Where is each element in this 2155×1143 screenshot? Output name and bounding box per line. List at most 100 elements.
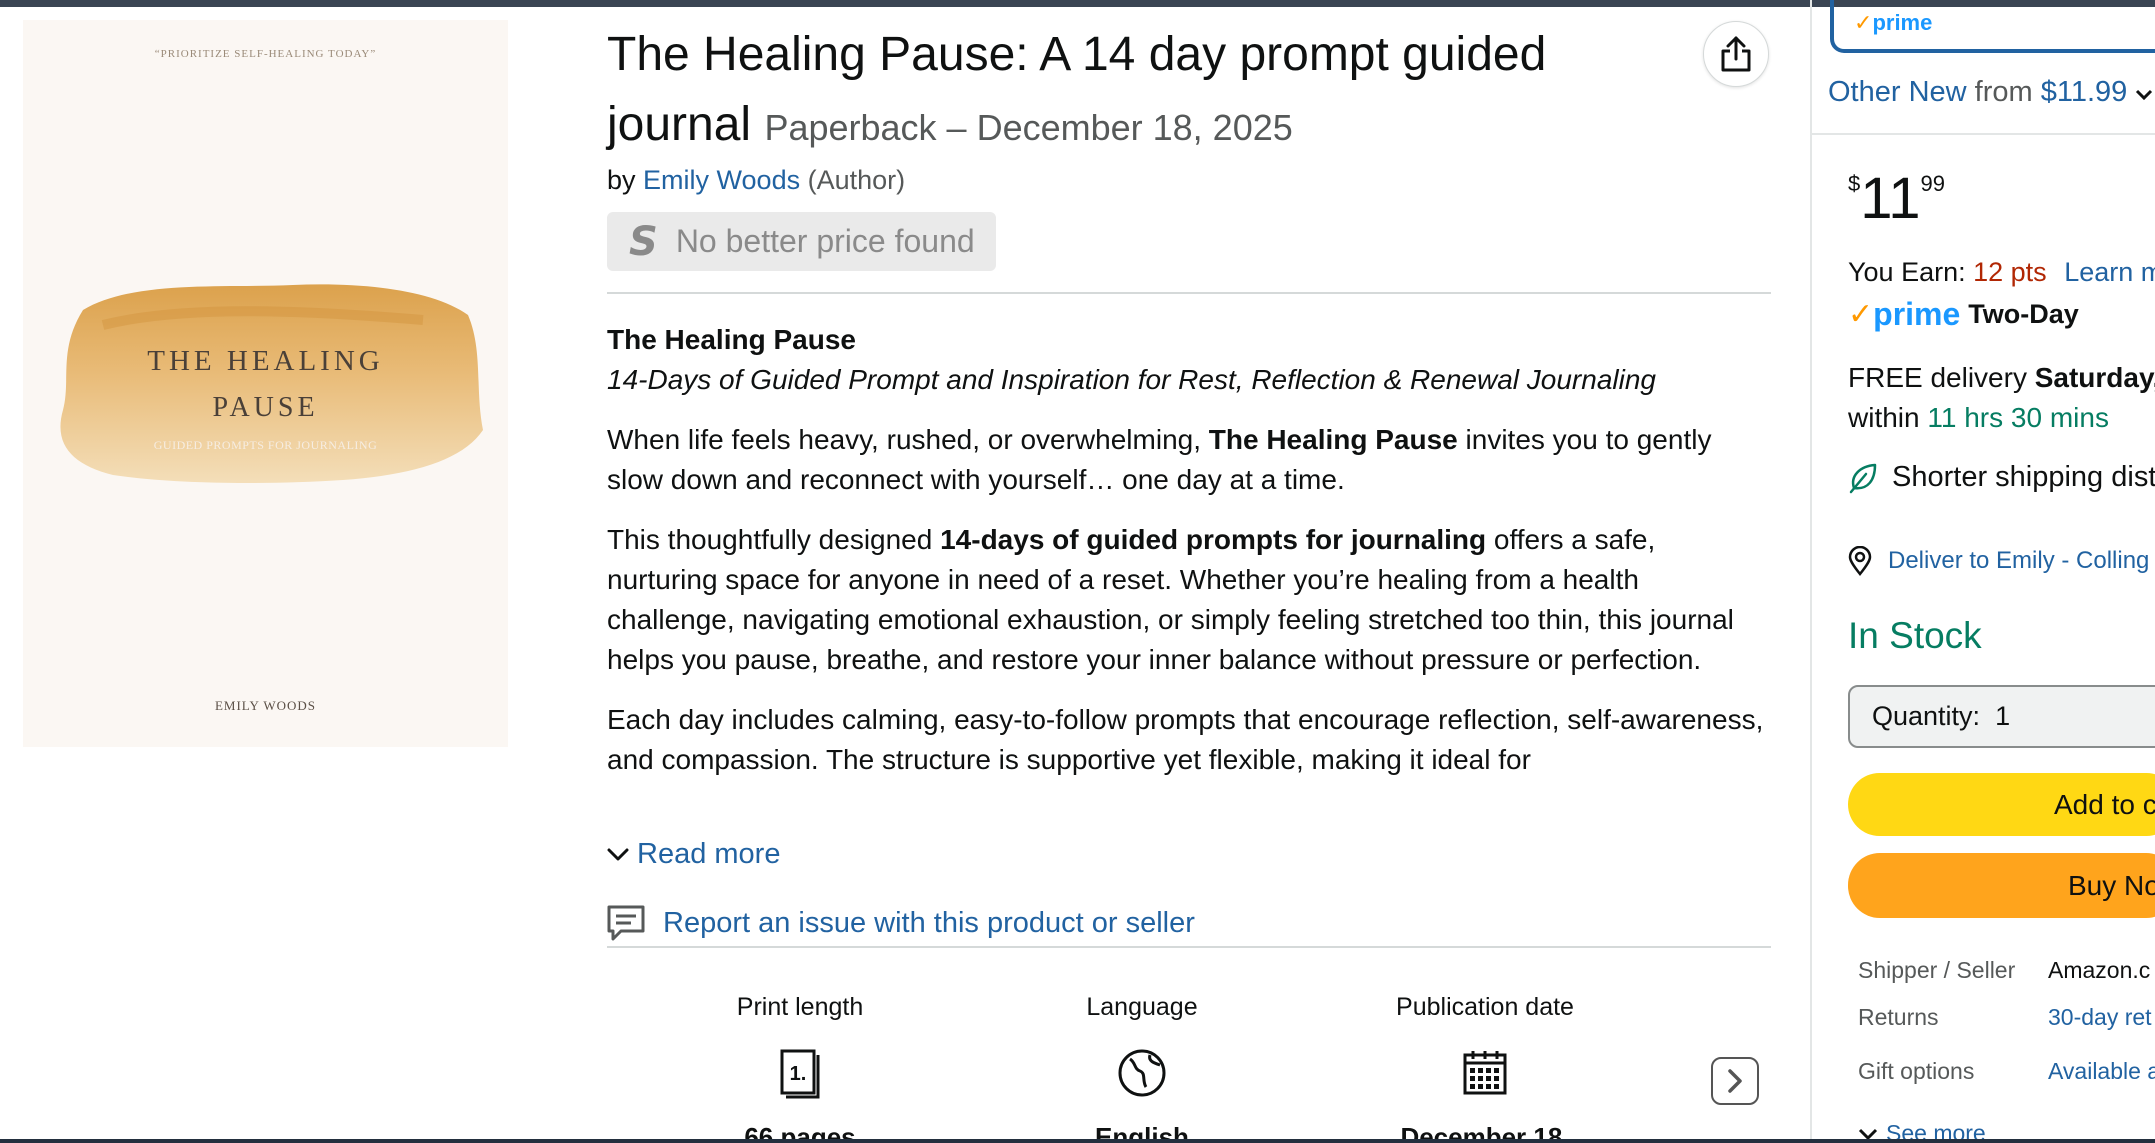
price-symbol: $ (1848, 171, 1861, 196)
prime-check-icon: ✓ (1854, 10, 1873, 35)
price-check-s-icon: S (629, 218, 658, 265)
attribute-label: Publication date (1396, 993, 1574, 1021)
delivery-info: FREE delivery Saturday, within 11 hrs 30… (1848, 358, 2155, 438)
chevron-down-icon (1858, 1128, 1878, 1140)
description-text: When life feels heavy, rushed, or overwh… (607, 424, 1209, 455)
attribute-publication-date[interactable]: Publication date December 18, (1335, 993, 1635, 1143)
prime-speed: Two-Day (1968, 299, 2079, 329)
earn-points: 12 pts (1973, 257, 2047, 287)
attribute-label: Language (1086, 993, 1198, 1021)
globe-icon (1118, 1049, 1166, 1097)
product-title: The Healing Pause: A 14 day prompt guide… (607, 20, 1647, 163)
price-check-badge[interactable]: S No better price found (607, 212, 996, 271)
description-bold-text: The Healing Pause (1208, 424, 1458, 455)
add-to-cart-button[interactable]: Add to c (1848, 773, 2155, 836)
browser-bottom-edge (0, 1139, 2155, 1143)
delivery-text: FREE delivery (1848, 362, 2035, 393)
byline-prefix: by (607, 165, 636, 195)
cover-author: EMILY WOODS (214, 698, 317, 713)
description-paragraph: When life feels heavy, rushed, or overwh… (607, 420, 1771, 500)
carousel-next-button[interactable] (1711, 1057, 1759, 1105)
description-text: This thoughtfully designed (607, 524, 941, 555)
returns-link[interactable]: 30-day ret (2048, 1004, 2152, 1030)
read-more-label: Read more (637, 838, 781, 870)
attribute-label: Print length (736, 993, 864, 1021)
quantity-label: Quantity: (1872, 701, 1981, 731)
share-icon (1721, 36, 1751, 72)
rewards-points: You Earn: 12 pts Learn m (1848, 257, 2155, 288)
attribute-print-length[interactable]: Print length 1. 66 pages (650, 993, 950, 1143)
column-divider (1810, 0, 1812, 1143)
buy-now-button[interactable]: Buy No (1848, 853, 2155, 918)
report-issue-label: Report an issue with this product or sel… (663, 906, 1195, 939)
prime-check-icon: ✓ (1848, 298, 1874, 331)
cover-subtitle: GUIDED PROMPTS FOR JOURNALING (153, 438, 378, 452)
product-format-date: Paperback – December 18, 2025 (764, 107, 1293, 148)
returns-label: Returns (1858, 1004, 1939, 1030)
price-check-text: No better price found (675, 223, 975, 259)
share-button[interactable] (1703, 21, 1769, 87)
deliver-to-label: Deliver to Emily - Colling (1888, 547, 2150, 574)
product-description: The Healing Pause 14-Days of Guided Prom… (607, 320, 1771, 835)
prime-two-day-badge: ✓ prime Two-Day (1848, 296, 2079, 333)
description-paragraph: Each day includes calming, easy-to-follo… (607, 704, 1764, 775)
divider (607, 292, 1771, 294)
byline: by Emily Woods (Author) (607, 165, 905, 196)
buy-now-label: Buy No (2068, 869, 2155, 901)
cover-watercolor-wash (60, 284, 483, 483)
delivery-date: Saturday, (2034, 362, 2155, 393)
chevron-down-icon (2136, 89, 2153, 101)
cover-title-line1: THE HEALING (147, 345, 384, 377)
earn-label: You Earn: (1848, 257, 1966, 287)
stock-status: In Stock (1848, 615, 1982, 656)
author-link[interactable]: Emily Woods (643, 165, 800, 195)
prime-offer-tab[interactable]: ✓prime (1830, 0, 2155, 53)
book-cover-image[interactable]: “PRIORITIZE SELF-HEALING TODAY” THE HEAL… (23, 20, 508, 747)
chevron-right-icon (1728, 1069, 1742, 1093)
read-more-link[interactable]: Read more (607, 838, 780, 871)
countdown-time: 11 hrs 30 mins (1927, 402, 2109, 433)
attribute-language[interactable]: Language English (992, 993, 1292, 1143)
description-subheading: 14-Days of Guided Prompt and Inspiration… (607, 364, 1656, 395)
shorter-shipping-note[interactable]: Shorter shipping dist (1848, 461, 2155, 494)
calendar-icon (1463, 1051, 1507, 1095)
cover-tagline: “PRIORITIZE SELF-HEALING TODAY” (154, 48, 377, 60)
price-whole: 11 (1860, 166, 1921, 231)
gift-options-row: Gift options Available a (1858, 1058, 2155, 1085)
other-new-offers-link[interactable]: Other New from $11.99 (1828, 76, 2153, 109)
comment-flag-icon (607, 905, 645, 941)
gift-link[interactable]: Available a (2048, 1058, 2155, 1084)
chevron-down-icon (607, 848, 629, 860)
description-paragraph: This thoughtfully designed 14-days of gu… (607, 520, 1771, 680)
prime-badge: prime (1872, 10, 1933, 35)
other-new-price: $11.99 (2040, 76, 2128, 108)
description-heading: The Healing Pause (607, 324, 856, 355)
shipper-seller-row: Shipper / Seller Amazon.c (1858, 957, 2150, 984)
description-bold-text: 14-days of guided prompts for journaling (940, 524, 1487, 555)
price-fraction: 99 (1920, 171, 1945, 196)
leaf-icon (1849, 463, 1877, 493)
buybox-price: $1199 (1848, 165, 1945, 232)
shipper-label: Shipper / Seller (1858, 957, 2016, 983)
deliver-to-link[interactable]: Deliver to Emily - Colling (1848, 546, 2149, 576)
cover-title-line2: PAUSE (212, 392, 319, 423)
other-new-from: from (1974, 76, 2033, 108)
svg-text:1.: 1. (790, 1063, 807, 1085)
returns-row: Returns 30-day ret (1858, 1004, 2152, 1031)
report-issue-link[interactable]: Report an issue with this product or sel… (607, 905, 1195, 941)
divider (607, 946, 1771, 948)
author-role: (Author) (807, 165, 906, 195)
shipper-value: Amazon.c (2048, 957, 2151, 983)
location-pin-icon (1848, 546, 1872, 576)
gift-label: Gift options (1858, 1058, 1975, 1084)
prime-logo-text: prime (1873, 296, 1961, 332)
add-to-cart-label: Add to c (2054, 788, 2155, 820)
divider (1812, 133, 2155, 135)
book-pages-icon: 1. (780, 1049, 820, 1099)
within-label: within (1848, 402, 1928, 433)
quantity-value: 1 (1995, 701, 2011, 731)
other-new-label: Other New (1828, 76, 1967, 108)
shorter-shipping-label: Shorter shipping dist (1892, 461, 2155, 493)
quantity-dropdown[interactable]: Quantity: 1 (1848, 685, 2155, 748)
learn-more-link[interactable]: Learn m (2064, 257, 2155, 287)
